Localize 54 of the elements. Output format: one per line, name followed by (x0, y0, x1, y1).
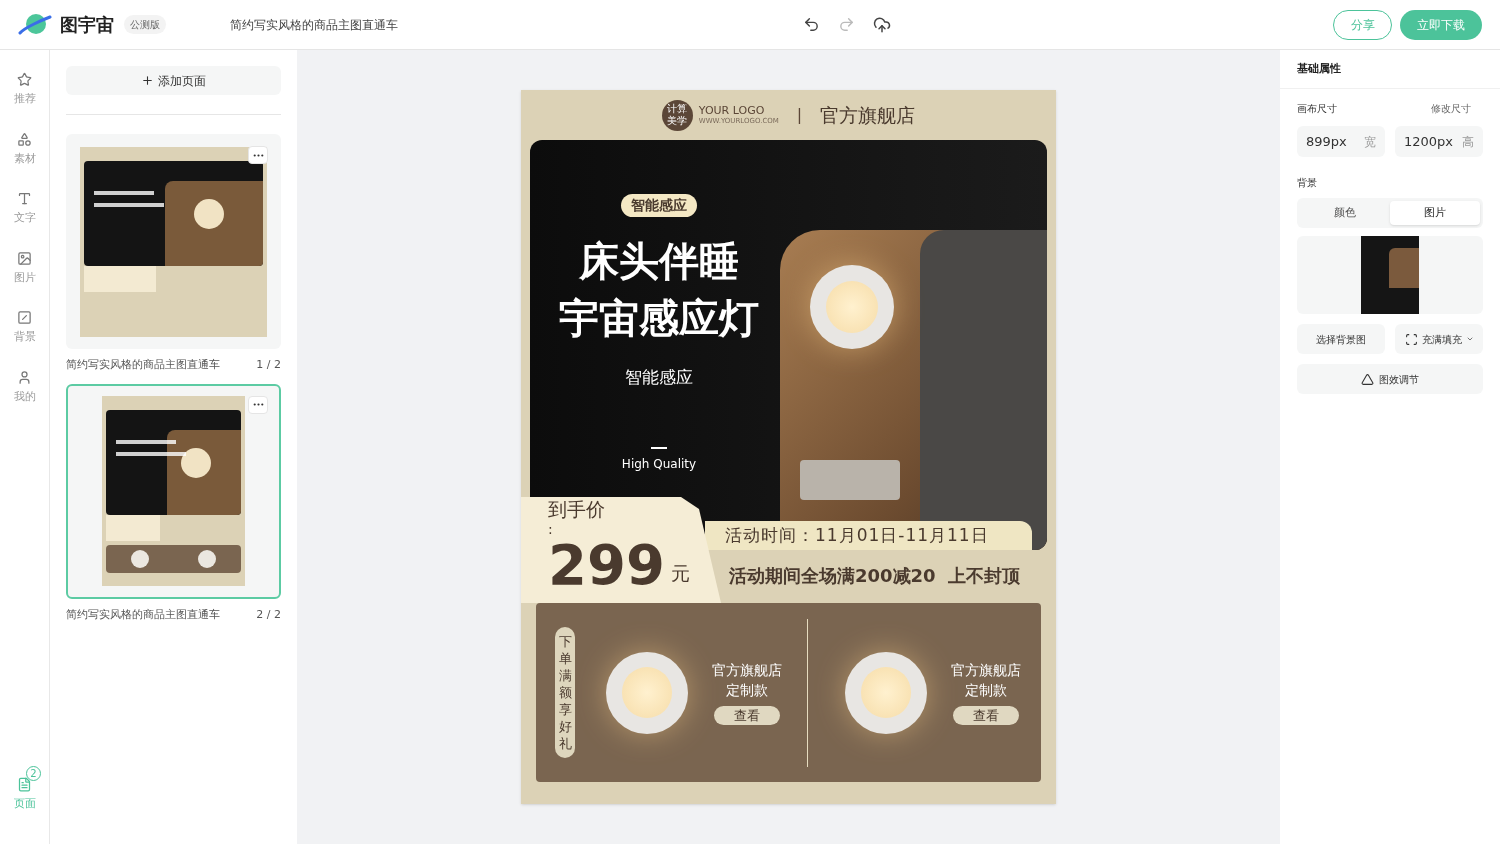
fill-mode-dropdown[interactable]: 充满填充 (1395, 324, 1483, 354)
triangle-icon (1361, 372, 1374, 386)
product-name: 官方旗舰店 定制款 (712, 661, 782, 700)
app-name: 图宇宙 (60, 13, 114, 37)
page-counter: 1 / 2 (256, 357, 281, 373)
shapes-icon (17, 131, 32, 147)
canvas-size-label: 画布尺寸 (1297, 102, 1337, 116)
chevron-down-icon (1465, 335, 1474, 343)
separator: | (796, 104, 803, 126)
undo-button[interactable] (803, 16, 820, 33)
price-label: 到手价 (548, 497, 606, 521)
page-counter: 2 / 2 (256, 606, 281, 623)
price-colon: : (548, 521, 554, 537)
subtitle: 智能感应 (625, 366, 693, 389)
quality-text: High Quality (621, 455, 697, 473)
logo-mark: 计算 美学 (661, 99, 693, 131)
promo-text: 活动期间全场满200减20 上不封顶 (728, 564, 1022, 588)
cloud-upload-button[interactable] (873, 15, 891, 34)
height-field[interactable]: 1200px 高 (1395, 126, 1483, 157)
feature-tag: 智能感应 (621, 194, 697, 217)
choose-background-button[interactable]: 选择背景图 (1297, 324, 1385, 354)
image-icon (17, 250, 32, 266)
page-title: 简约写实风格的商品主图直通车 (66, 606, 220, 623)
resize-link[interactable]: 修改尺寸 (1431, 101, 1471, 116)
document-title[interactable]: 简约写实风格的商品主图直通车 (230, 15, 398, 34)
headline: 床头伴睡 宇宙感应灯 (559, 237, 759, 343)
view-button[interactable]: 查看 (714, 706, 780, 725)
add-page-button[interactable]: 添加页面 (66, 66, 281, 95)
page-count-badge: 2 (26, 765, 41, 781)
frame-icon (1404, 332, 1418, 346)
page-title: 简约写实风格的商品主图直通车 (66, 357, 220, 373)
more-button[interactable] (248, 146, 268, 164)
page-icon (17, 776, 32, 792)
effects-button[interactable]: 图效调节 (1297, 364, 1483, 394)
price-value: 299 (548, 537, 665, 593)
panel-title: 基础属性 (1297, 60, 1341, 77)
page-card[interactable] (66, 134, 281, 349)
view-button[interactable]: 查看 (953, 706, 1019, 725)
page-card[interactable] (66, 383, 281, 599)
gift-pill: 下单满额享好礼 (555, 627, 575, 758)
width-field[interactable]: 899px 宽 (1297, 126, 1385, 157)
event-time-ribbon: 活动时间：11月01日-11月11日 (705, 521, 1032, 550)
star-icon (17, 72, 32, 87)
background-tab[interactable]: 图片 (1390, 201, 1480, 225)
beta-badge: 公测版 (124, 15, 166, 34)
plus-icon (141, 74, 154, 87)
background-label: 背景 (1297, 176, 1318, 190)
user-icon (17, 369, 32, 385)
store-name: 官方旗舰店 (820, 102, 916, 128)
text-icon (17, 191, 32, 206)
logo-text: YOUR LOGO (698, 105, 766, 117)
currency: 元 (670, 560, 690, 586)
product-name: 官方旗舰店 定制款 (951, 661, 1021, 700)
square-icon (17, 310, 32, 325)
